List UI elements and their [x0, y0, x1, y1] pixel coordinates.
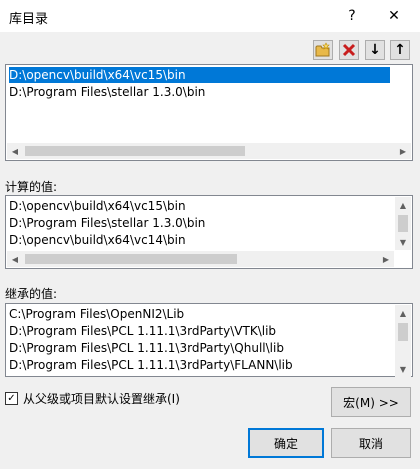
scroll-down-icon[interactable]: ▼ — [395, 361, 411, 377]
scroll-left-icon[interactable]: ◀ — [7, 143, 23, 159]
folder-new-icon — [315, 42, 330, 57]
window-title: 库目录 — [9, 12, 49, 27]
new-line-button[interactable] — [313, 40, 333, 60]
list-item: D:\Program Files\PCL 1.11.1\3rdParty\FLA… — [9, 358, 293, 372]
cancel-button[interactable]: 取消 — [331, 428, 411, 458]
list-item: D:\Program Files\PCL 1.11.1\3rdParty\VTK… — [9, 324, 277, 338]
ok-button[interactable]: 确定 — [248, 428, 324, 458]
inherited-list: C:\Program Files\OpenNI2\Lib D:\Program … — [5, 303, 413, 377]
inherit-checkbox[interactable]: ✓ — [5, 392, 18, 405]
list-item: D:\opencv\build\x64\vc14\bin — [9, 233, 186, 247]
move-down-button[interactable]: ↓ — [365, 40, 385, 60]
scroll-thumb[interactable] — [25, 254, 237, 264]
list-item: D:\Program Files\PCL 1.11.1\3rdParty\Qhu… — [9, 341, 284, 355]
horizontal-scrollbar[interactable]: ◀ ▶ — [7, 251, 394, 267]
scroll-left-icon[interactable]: ◀ — [7, 251, 23, 267]
scroll-up-icon[interactable]: ▲ — [395, 197, 411, 213]
scroll-thumb[interactable] — [25, 146, 245, 156]
scroll-down-icon[interactable]: ▼ — [395, 234, 411, 250]
computed-list: D:\opencv\build\x64\vc15\bin D:\Program … — [5, 195, 413, 269]
delete-icon — [342, 43, 356, 57]
scroll-thumb[interactable] — [398, 323, 408, 341]
scroll-thumb[interactable] — [398, 215, 408, 232]
close-button[interactable]: ✕ — [378, 0, 410, 32]
list-item[interactable]: D:\opencv\build\x64\vc15\bin — [9, 67, 390, 83]
help-button[interactable]: ? — [336, 0, 368, 32]
horizontal-scrollbar[interactable]: ◀ ▶ — [7, 143, 411, 159]
inherit-checkbox-row[interactable]: ✓ 从父级或项目默认设置继承(I) — [5, 390, 180, 407]
list-item: D:\Program Files\stellar 1.3.0\bin — [9, 216, 206, 230]
list-item[interactable]: D:\Program Files\stellar 1.3.0\bin — [9, 84, 205, 100]
vertical-scrollbar[interactable]: ▲ ▼ — [395, 305, 411, 377]
inherit-checkbox-label: 从父级或项目默认设置继承(I) — [23, 392, 180, 406]
computed-label: 计算的值: — [5, 180, 58, 194]
scroll-up-icon[interactable]: ▲ — [395, 305, 411, 321]
vertical-scrollbar[interactable]: ▲ ▼ — [395, 197, 411, 250]
list-item: D:\opencv\build\x64\vc15\bin — [9, 199, 186, 213]
macro-button[interactable]: 宏(M) >> — [331, 387, 411, 417]
edit-list[interactable]: D:\opencv\build\x64\vc15\bin D:\Program … — [5, 64, 413, 161]
move-up-button[interactable]: ↑ — [390, 40, 410, 60]
delete-line-button[interactable] — [339, 40, 359, 60]
inherited-label: 继承的值: — [5, 287, 58, 301]
list-item: C:\Program Files\OpenNI2\Lib — [9, 307, 185, 321]
scroll-right-icon[interactable]: ▶ — [378, 251, 394, 267]
scroll-right-icon[interactable]: ▶ — [395, 143, 411, 159]
